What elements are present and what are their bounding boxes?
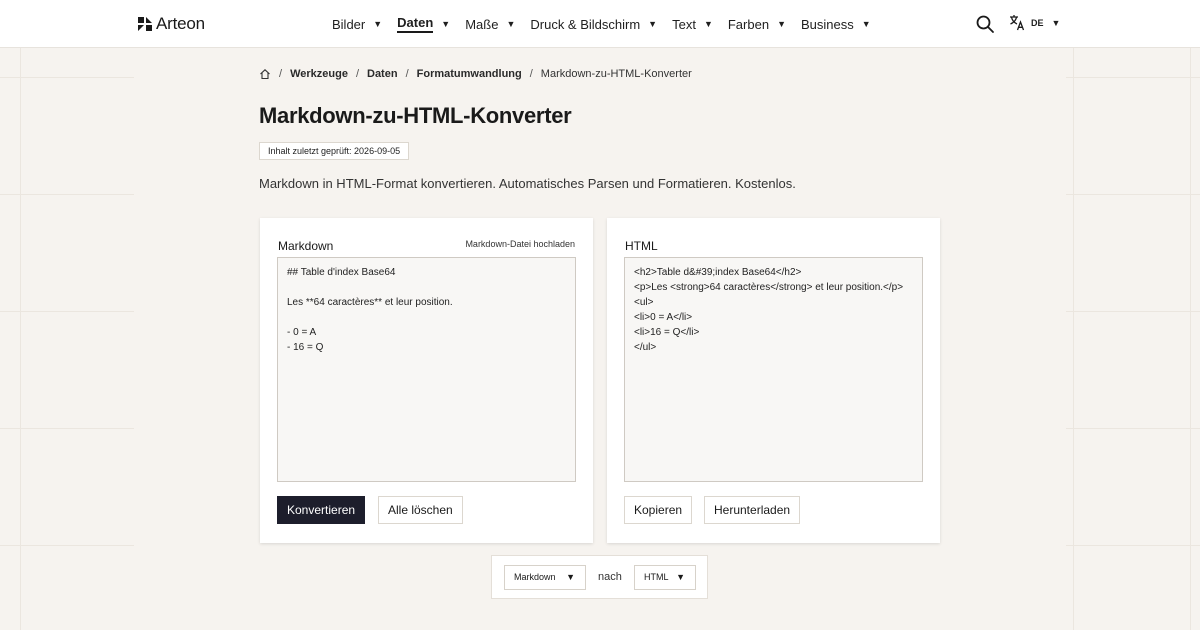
breadcrumb-separator: / — [279, 68, 283, 80]
chevron-down-icon: ▼ — [1051, 17, 1061, 28]
breadcrumb-item-formatumwandlung[interactable]: Formatumwandlung — [417, 68, 522, 80]
copy-button[interactable]: Kopieren — [624, 496, 693, 524]
chevron-down-icon: ▼ — [703, 19, 713, 29]
top-header: Arteon Bilder ▼ Daten ▼ Maße ▼ Druck & B… — [0, 0, 1200, 48]
download-button[interactable]: Herunterladen — [704, 496, 801, 524]
nav-item-text[interactable]: Text ▼ — [672, 0, 713, 48]
language-code: DE — [1031, 17, 1044, 28]
chevron-down-icon: ▼ — [676, 572, 685, 582]
upload-markdown-link[interactable]: Markdown-Datei hochladen — [465, 239, 575, 249]
page-title: Markdown-zu-HTML-Konverter — [259, 103, 572, 128]
chevron-down-icon: ▼ — [648, 19, 658, 29]
brand-name: Arteon — [156, 14, 205, 33]
page-description: Markdown in HTML-Format konvertieren. Au… — [259, 176, 796, 191]
nav-item-label: Text — [672, 16, 696, 32]
target-format-value: HTML — [644, 572, 669, 582]
main-nav: Bilder ▼ Daten ▼ Maße ▼ Druck & Bildschi… — [332, 0, 886, 48]
nav-item-farben[interactable]: Farben ▼ — [728, 0, 786, 48]
nav-item-label: Daten — [397, 15, 434, 33]
markdown-panel-title: Markdown — [278, 239, 334, 253]
nav-item-masse[interactable]: Maße ▼ — [465, 0, 515, 48]
translate-icon — [1010, 15, 1025, 31]
chevron-down-icon: ▼ — [506, 19, 516, 29]
breadcrumb-item-werkzeuge[interactable]: Werkzeuge — [290, 68, 348, 80]
chevron-down-icon: ▼ — [566, 572, 575, 582]
format-connector: nach — [598, 571, 622, 583]
search-icon[interactable] — [975, 14, 995, 34]
nav-item-druck-bildschirm[interactable]: Druck & Bildschirm ▼ — [530, 0, 657, 48]
html-output[interactable]: <h2>Table d&#39;index Base64</h2> <p>Les… — [624, 257, 923, 482]
brand-logo[interactable]: Arteon — [137, 14, 205, 34]
breadcrumb-separator: / — [405, 68, 409, 80]
logo-icon — [138, 17, 152, 31]
source-format-select[interactable]: Markdown ▼ — [504, 565, 586, 590]
convert-button[interactable]: Konvertieren — [277, 496, 366, 524]
breadcrumb-separator: / — [355, 68, 359, 80]
breadcrumb-current: Markdown-zu-HTML-Konverter — [540, 68, 692, 80]
format-selector: Markdown ▼ nach HTML ▼ — [491, 555, 708, 599]
nav-item-label: Farben — [727, 16, 770, 32]
nav-item-label: Maße — [465, 16, 499, 32]
markdown-input[interactable]: ## Table d'index Base64 Les **64 caractè… — [277, 257, 576, 482]
breadcrumb: / Werkzeuge / Daten / Formatumwandlung /… — [259, 68, 692, 80]
html-panel-title: HTML — [625, 239, 658, 253]
clear-all-button[interactable]: Alle löschen — [378, 496, 463, 524]
target-format-select[interactable]: HTML ▼ — [634, 565, 696, 590]
markdown-input-card: Markdown Markdown-Datei hochladen ## Tab… — [260, 218, 593, 543]
nav-item-label: Druck & Bildschirm — [530, 16, 641, 32]
chevron-down-icon: ▼ — [441, 19, 451, 29]
nav-item-label: Business — [800, 16, 854, 32]
source-format-value: Markdown — [514, 572, 556, 582]
breadcrumb-separator: / — [529, 68, 533, 80]
nav-item-bilder[interactable]: Bilder ▼ — [332, 0, 382, 48]
nav-item-business[interactable]: Business ▼ — [801, 0, 871, 48]
chevron-down-icon: ▼ — [861, 19, 871, 29]
home-icon[interactable] — [259, 68, 271, 80]
breadcrumb-item-daten[interactable]: Daten — [367, 68, 398, 80]
chevron-down-icon: ▼ — [373, 19, 383, 29]
nav-item-label: Bilder — [332, 16, 366, 32]
last-checked-badge: Inhalt zuletzt geprüft: 2026-09-05 — [259, 142, 410, 160]
chevron-down-icon: ▼ — [777, 19, 786, 29]
nav-item-daten[interactable]: Daten ▼ — [397, 0, 450, 48]
language-switcher[interactable]: DE ▼ — [1009, 14, 1060, 31]
html-output-card: HTML <h2>Table d&#39;index Base64</h2> <… — [607, 218, 940, 543]
